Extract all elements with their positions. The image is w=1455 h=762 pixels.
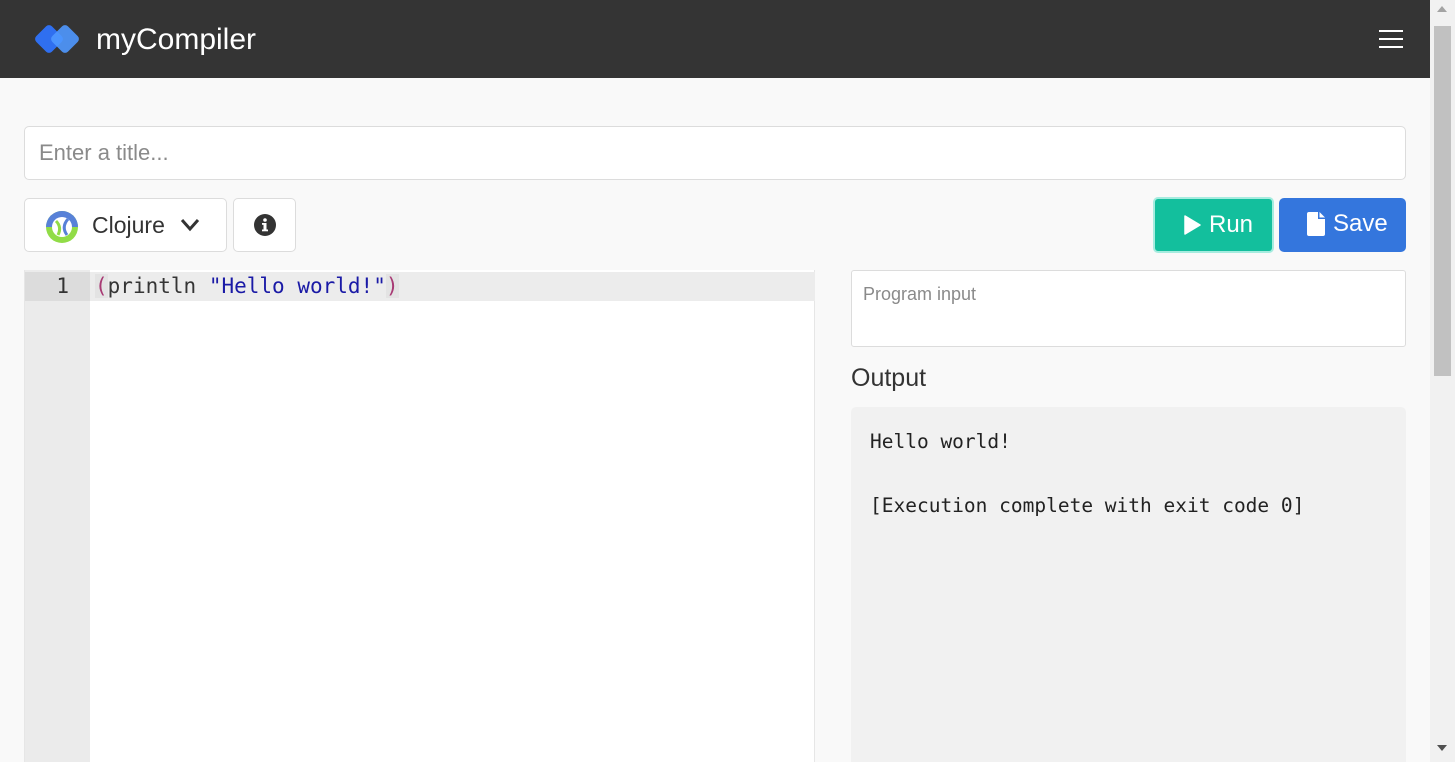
save-button[interactable]: Save [1279, 198, 1406, 252]
scroll-up-arrow-icon[interactable] [1437, 6, 1447, 12]
diamond-logo-icon[interactable] [34, 20, 82, 60]
play-icon [1184, 215, 1201, 235]
code-function: println [107, 274, 197, 298]
output-heading: Output [851, 364, 927, 392]
brand-name[interactable]: myCompiler [96, 20, 256, 60]
clojure-logo-icon [46, 211, 78, 243]
chevron-down-icon [180, 219, 200, 232]
info-button[interactable] [233, 198, 296, 252]
language-label: Clojure [92, 212, 165, 238]
line-number-gutter [25, 270, 90, 762]
code-string: "Hello world!" [208, 274, 386, 298]
output-line: [Execution complete with exit code 0] [870, 494, 1305, 517]
title-input[interactable] [24, 126, 1406, 180]
page-scrollbar[interactable] [1430, 0, 1455, 762]
code-line[interactable]: (println "Hello world!") [95, 272, 399, 301]
top-navbar: myCompiler [0, 0, 1430, 78]
run-button[interactable]: Run [1153, 197, 1274, 253]
program-input[interactable] [851, 270, 1406, 347]
open-paren: ( [95, 274, 108, 298]
scroll-down-arrow-icon[interactable] [1437, 745, 1447, 751]
line-number: 1 [56, 274, 69, 298]
run-label: Run [1209, 211, 1254, 238]
language-select-button[interactable]: Clojure [24, 198, 227, 252]
output-line: Hello world! [870, 430, 1011, 453]
hamburger-menu-icon[interactable] [1372, 24, 1410, 54]
save-label: Save [1333, 210, 1388, 237]
close-paren: ) [385, 274, 399, 298]
info-circle-icon [254, 214, 276, 236]
file-icon [1307, 212, 1325, 236]
scrollbar-thumb[interactable] [1434, 26, 1451, 376]
code-editor[interactable]: 1 (println "Hello world!") [24, 270, 815, 762]
output-panel: Hello world! [Execution complete with ex… [851, 407, 1406, 762]
